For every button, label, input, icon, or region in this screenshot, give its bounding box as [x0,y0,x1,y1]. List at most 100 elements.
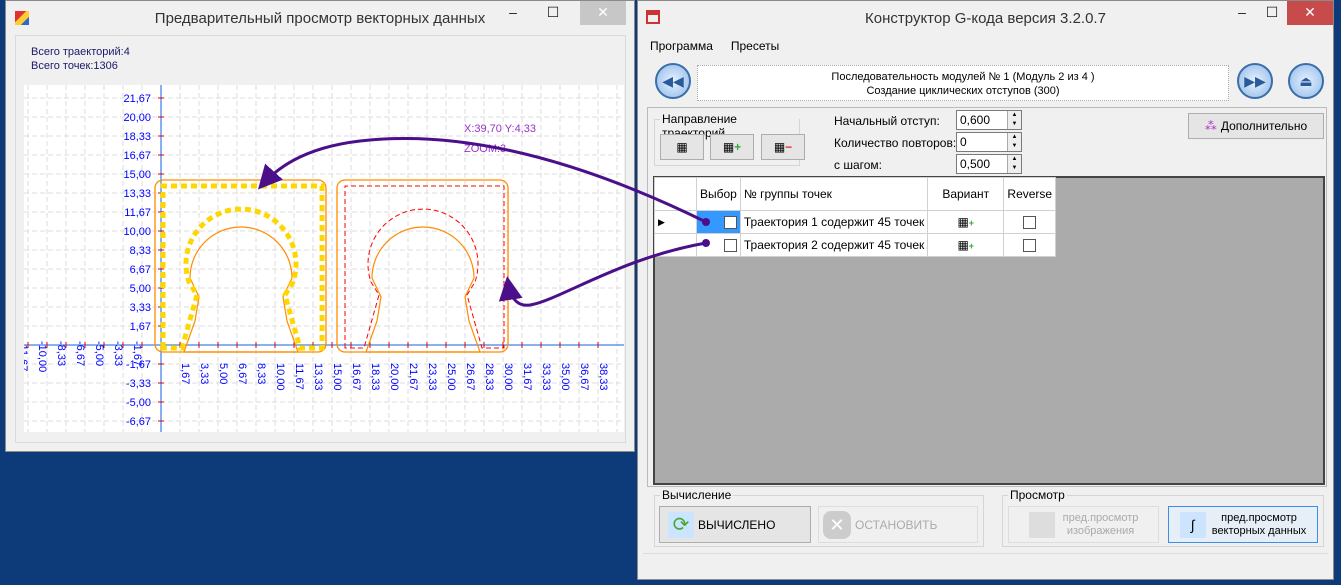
y-tick-label: 16,67 [123,150,151,162]
sequence-line2: Создание циклических отступов (300) [866,85,1060,97]
y-tick-label: 6,67 [130,264,151,276]
start-offset-input[interactable]: 0,600 ▲ ▼ [956,110,1022,130]
variant-button[interactable]: ▦+ [927,210,1005,234]
sequence-info: Последовательность модулей № 1 (Модуль 2… [697,65,1229,101]
x-tick-label: 1,67 [179,363,191,384]
start-offset-value: 0,600 [960,113,991,127]
y-tick-label: -6,67 [126,416,151,428]
calculate-button[interactable]: ⟳ ВЫЧИСЛЕНО [659,506,811,543]
trajectory-1-inner-outline [183,226,299,353]
x-tick-label: -11,67 [24,341,29,371]
x-tick-label: 16,67 [350,363,362,391]
step-value: 0,500 [960,157,991,171]
vector-plot[interactable]: 1,67 3,33 5,00 6,67 8,33 10,00 11,67 13,33 15,00… [24,85,624,432]
y-tick-label: 20,00 [123,112,151,124]
maximize-button[interactable]: ☐ [538,1,568,25]
x-tick-label: 8,33 [255,363,267,384]
select-checkbox[interactable] [696,233,741,257]
advanced-label: Дополнительно [1220,119,1308,133]
preview-title: Предварительный просмотр векторных данны… [154,9,486,27]
trajectory-2-inner-outline [365,226,481,353]
minimize-button[interactable]: – [498,1,528,25]
row-header-corner [654,177,697,211]
x-tick-label: 5,00 [217,363,229,384]
y-tick-label: 1,67 [130,321,151,333]
x-tick-label: 28,33 [483,363,495,391]
x-tick-label: -10,00 [36,341,48,372]
calculator-remove-icon: ▦− [773,140,793,154]
preview-titlebar: Предварительный просмотр векторных данны… [6,1,634,35]
table-row[interactable]: ▶ Траектория 1 содержит 45 точек ▦+ [654,210,1057,234]
step-label: с шагом: [834,158,883,172]
direction-group: Направление траекторий ▦ ▦+ ▦− [654,112,805,166]
col-variant[interactable]: Вариант [927,177,1005,211]
next-module-button[interactable]: ▶▶ [1237,63,1273,99]
trajectory-name: Траектория 1 содержит 45 точек [739,210,929,234]
y-tick-label: 8,33 [130,245,151,257]
spin-arrows[interactable]: ▲ ▼ [1007,155,1021,173]
vector-preview-label2: векторных данных [1211,524,1307,537]
reverse-checkbox[interactable] [1003,233,1057,257]
vector-preview-button[interactable]: ∫ пред.просмотр векторных данных [1168,506,1318,543]
close-button[interactable]: ✕ [580,1,626,25]
x-tick-label: -8,33 [55,341,67,366]
eject-button[interactable]: ⏏ [1288,63,1324,99]
spin-arrows[interactable]: ▲ ▼ [1007,111,1021,129]
x-tick-label: 21,67 [407,363,419,391]
sequence-line1: Последовательность модулей № 1 (Модуль 2… [831,71,1095,83]
prev-module-button[interactable]: ◀◀ [655,63,691,99]
direction-remove-button[interactable]: ▦− [761,134,805,160]
spin-arrows[interactable]: ▲ ▼ [1007,133,1021,151]
reverse-checkbox[interactable] [1003,210,1057,234]
direction-default-button[interactable]: ▦ [660,134,704,160]
x-tick-label: 11,67 [293,363,305,390]
direction-add-button[interactable]: ▦+ [710,134,754,160]
y-tick-label: -5,00 [126,397,151,409]
y-tick-label: -3,33 [126,378,151,390]
select-checkbox[interactable] [696,210,741,234]
stop-icon: ✕ [823,510,851,539]
start-offset-label: Начальный отступ: [834,114,940,128]
vector-icon: ∫ [1179,511,1206,538]
repeat-value: 0 [960,135,967,149]
variant-button[interactable]: ▦+ [927,233,1005,257]
x-tick-label: 10,00 [274,363,286,391]
main-title: Конструктор G-кода версия 3.2.0.7 [865,9,1106,27]
row-selector-icon: ▶ [654,210,697,234]
menu-bar: Программа Пресеты [650,39,779,53]
advanced-button[interactable]: ⁂ Дополнительно [1188,113,1324,139]
main-titlebar: Конструктор G-кода версия 3.2.0.7 – ☐ ✕ [638,1,1333,35]
stop-button[interactable]: ✕ ОСТАНОВИТЬ [818,506,978,543]
zoom-level: ZOOM:3 [464,143,507,155]
image-preview-label1: пред.просмотр [1062,511,1139,524]
row-selector [654,233,697,257]
maximize-button[interactable]: ☐ [1257,1,1287,25]
total-points: Всего точек:1306 [31,60,118,72]
repeat-input[interactable]: 0 ▲ ▼ [956,132,1022,152]
status-bar [643,553,1328,575]
x-tick-label: 23,33 [426,363,438,391]
step-input[interactable]: 0,500 ▲ ▼ [956,154,1022,174]
calculator-icon: ▦ [676,140,688,154]
col-select[interactable]: Выбор [696,177,741,211]
table-header: Выбор № группы точек Вариант Reverse [654,177,1057,211]
col-reverse[interactable]: Reverse [1003,177,1057,211]
image-preview-button[interactable]: пред.просмотр изображения [1008,506,1159,543]
repeat-label: Количество повторов: [834,136,957,150]
x-tick-label: -6,67 [74,341,86,366]
y-tick-label: 13,33 [123,188,151,200]
col-group[interactable]: № группы точек [739,177,929,211]
table-row[interactable]: Траектория 2 содержит 45 точек ▦+ [654,233,1057,257]
y-tick-label: 11,67 [124,207,151,219]
app-icon [15,11,29,25]
menu-program[interactable]: Программа [650,39,713,53]
menu-presets[interactable]: Пресеты [731,39,779,53]
view-group-label: Просмотр [1008,488,1067,502]
minimize-button[interactable]: – [1227,1,1257,25]
image-icon [1028,511,1055,538]
close-button[interactable]: ✕ [1287,1,1333,25]
main-window: Конструктор G-кода версия 3.2.0.7 – ☐ ✕ … [637,0,1334,580]
vector-preview-label1: пред.просмотр [1221,511,1297,524]
x-tick-label: 18,33 [369,363,381,391]
calculate-label: ВЫЧИСЛЕНО [698,517,776,532]
